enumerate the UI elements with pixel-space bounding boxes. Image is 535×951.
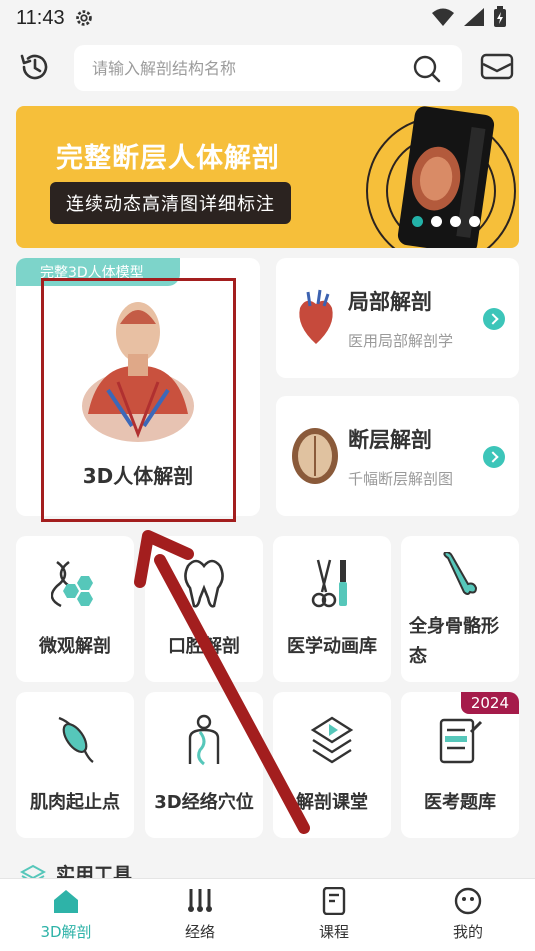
wifi-icon — [432, 8, 454, 26]
banner-title: 完整断层人体解剖 — [56, 143, 280, 174]
regional-anatomy-card[interactable]: 局部解剖 医用局部解剖学 — [276, 258, 519, 378]
banner-dot[interactable] — [469, 216, 480, 227]
dna-cell-icon — [51, 561, 93, 608]
status-bar: 11:43 — [0, 0, 535, 36]
grid-item-oral-anatomy[interactable]: 口腔解剖 — [145, 536, 263, 682]
banner-pagination — [412, 216, 480, 227]
grid-label: 医考题库 — [424, 792, 496, 813]
banner-subtitle: 连续动态高清图详细标注 — [50, 182, 291, 224]
bone-icon — [443, 552, 478, 595]
chevron-right-icon[interactable] — [483, 446, 505, 468]
tab-meridians[interactable]: 经络 — [160, 887, 240, 947]
tab-label: 我的 — [452, 923, 483, 941]
chevron-right-icon[interactable] — [483, 308, 505, 330]
message-button[interactable] — [480, 52, 516, 84]
top-bar — [0, 40, 535, 96]
mail-icon — [480, 53, 514, 80]
sectional-anatomy-title: 断层解剖 — [348, 428, 432, 452]
search-input[interactable] — [92, 58, 412, 78]
document-icon — [322, 887, 346, 915]
grid-label: 口腔解剖 — [168, 636, 240, 657]
banner-dot-active[interactable] — [412, 216, 423, 227]
profile-face-icon — [454, 887, 482, 915]
tab-label: 课程 — [318, 923, 349, 941]
grid-item-muscle-attachments[interactable]: 肌肉起止点 — [16, 692, 134, 838]
history-button[interactable] — [18, 50, 58, 90]
status-time: 11:43 — [16, 6, 65, 29]
promo-banner[interactable]: 完整断层人体解剖 连续动态高清图详细标注 — [16, 106, 519, 248]
brain-section-icon — [292, 428, 338, 484]
cellular-signal-icon — [464, 8, 484, 26]
banner-dot[interactable] — [431, 216, 442, 227]
sectional-anatomy-card[interactable]: 断层解剖 千幅断层解剖图 — [276, 396, 519, 516]
search-icon[interactable] — [412, 54, 442, 84]
history-icon — [20, 54, 48, 80]
grid-item-anatomy-classroom[interactable]: 解剖课堂 — [273, 692, 391, 838]
tab-label: 经络 — [184, 923, 215, 941]
grid-item-exam-bank[interactable]: 2024 医考题库 — [401, 692, 519, 838]
grid-item-micro-anatomy[interactable]: 微观解剖 — [16, 536, 134, 682]
grid-item-animation-library[interactable]: 医学动画库 — [273, 536, 391, 682]
tab-label: 3D解剖 — [40, 923, 92, 941]
tab-profile[interactable]: 我的 — [428, 887, 508, 947]
grid-label: 解剖课堂 — [296, 792, 368, 813]
search-bar[interactable] — [74, 45, 462, 91]
bottom-tab-bar: 3D解剖 经络 课程 我的 — [0, 878, 535, 951]
grid-label: 3D经络穴位 — [154, 792, 254, 813]
meridian-icon — [188, 889, 212, 912]
settings-icon — [75, 10, 92, 26]
grid-label: 医学动画库 — [287, 636, 377, 657]
play-layers-icon — [310, 716, 354, 764]
grid-label: 肌肉起止点 — [30, 792, 120, 813]
home-icon — [54, 890, 78, 913]
grid-label: 微观解剖 — [39, 636, 111, 657]
grid-item-meridian-points[interactable]: 3D经络穴位 — [145, 692, 263, 838]
sectional-anatomy-subtitle: 千幅断层解剖图 — [348, 470, 454, 488]
meridian-body-icon — [188, 714, 220, 766]
tab-3d-anatomy[interactable]: 3D解剖 — [26, 887, 106, 947]
surgical-tools-icon — [311, 559, 347, 608]
grid-label: 全身骨骼形态 — [409, 616, 499, 667]
regional-anatomy-title: 局部解剖 — [348, 290, 432, 314]
muscle-icon — [58, 716, 94, 763]
banner-dot[interactable] — [450, 216, 461, 227]
regional-anatomy-subtitle: 医用局部解剖学 — [348, 332, 454, 350]
highlight-box — [41, 278, 236, 522]
heart-icon — [299, 289, 333, 344]
tab-courses[interactable]: 课程 — [294, 887, 374, 947]
grid-item-skeleton[interactable]: 全身骨骼形态 — [401, 536, 519, 682]
tooth-icon — [184, 559, 224, 608]
battery-icon — [494, 6, 506, 27]
exam-notes-icon — [439, 718, 483, 764]
year-badge: 2024 — [460, 692, 519, 714]
